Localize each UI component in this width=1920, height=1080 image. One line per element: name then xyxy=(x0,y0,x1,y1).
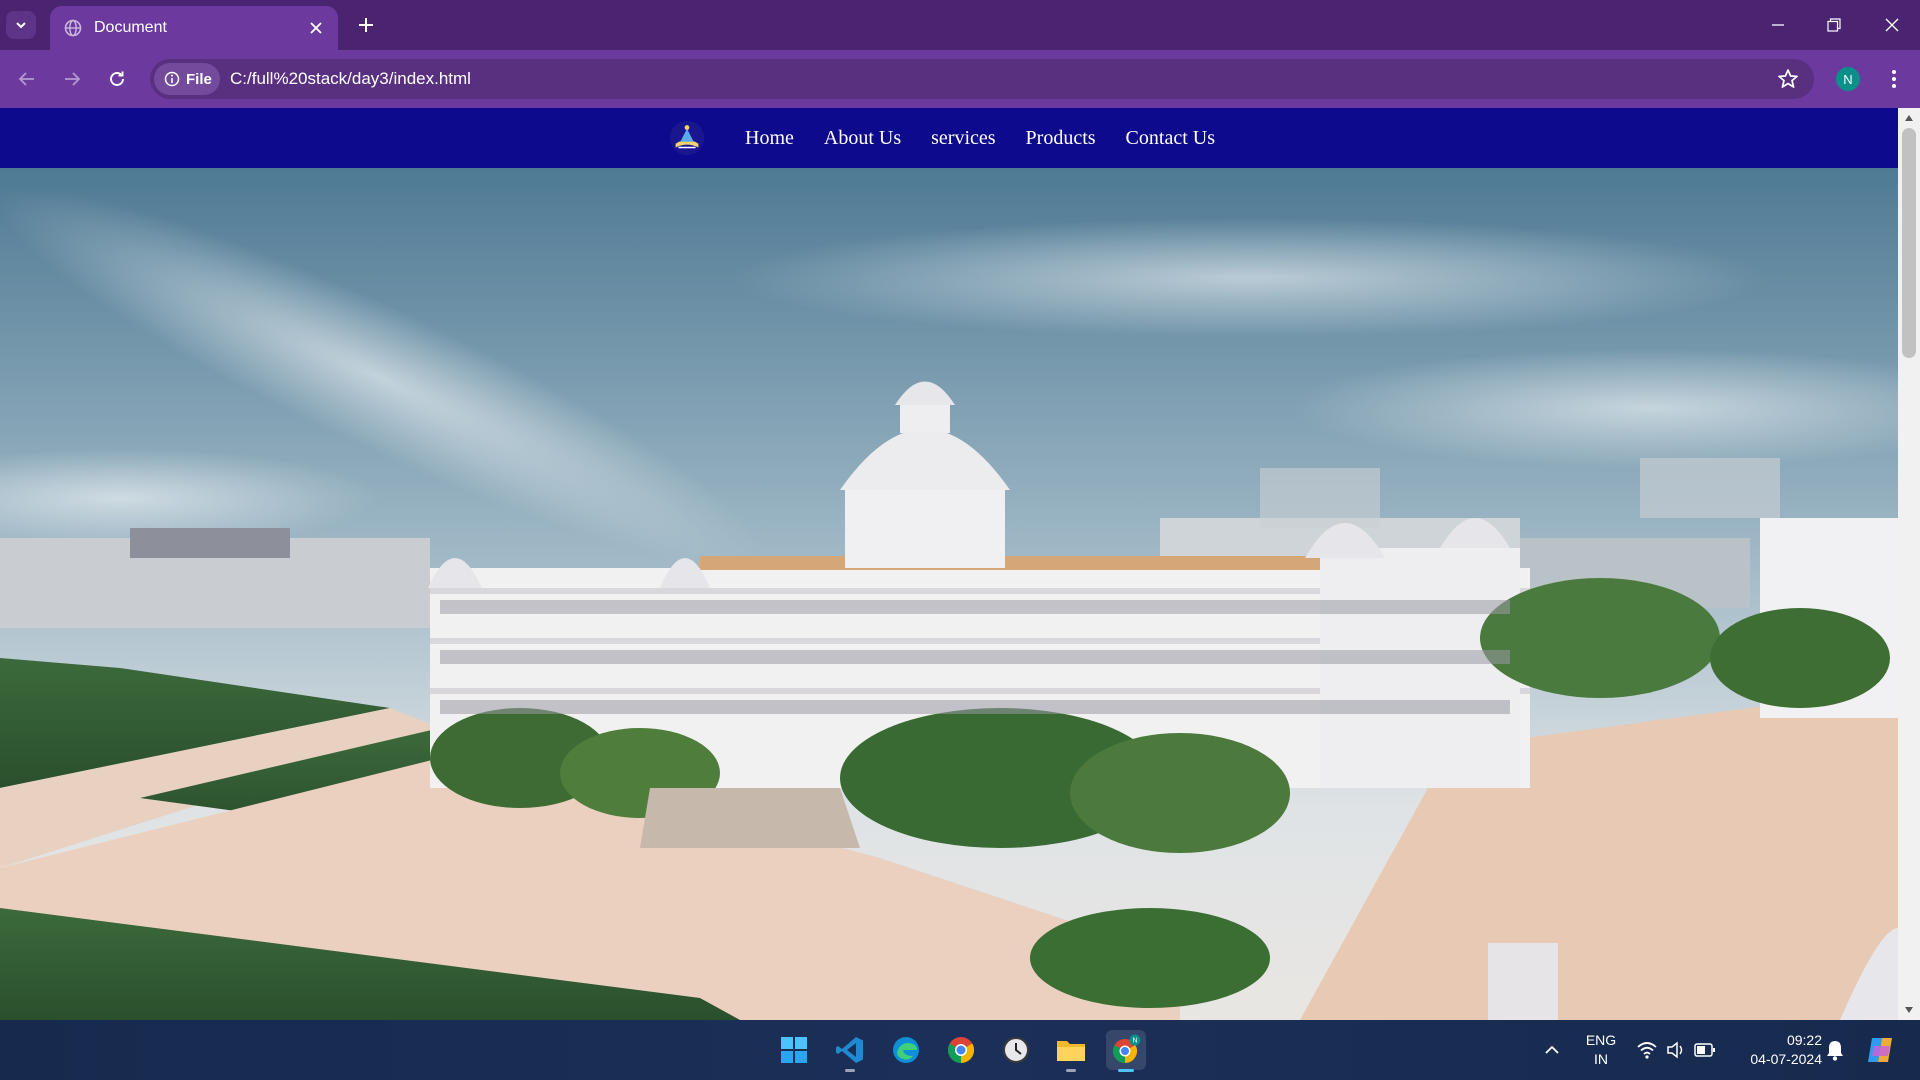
taskbar-vscode[interactable] xyxy=(830,1030,870,1072)
page-scrollbar[interactable] xyxy=(1898,108,1920,1020)
copilot-icon xyxy=(1868,1038,1892,1062)
clock-time: 09:22 xyxy=(1786,1032,1822,1048)
site-info-chip[interactable]: File xyxy=(154,63,220,95)
hero-campus-image xyxy=(0,168,1898,1020)
svg-text:N: N xyxy=(1132,1038,1137,1045)
globe-icon xyxy=(64,19,82,37)
nav-link-home[interactable]: Home xyxy=(745,127,794,150)
bookmark-star-icon[interactable] xyxy=(1776,67,1800,91)
running-indicator xyxy=(1066,1069,1076,1072)
reload-icon xyxy=(110,71,124,86)
start-button[interactable] xyxy=(774,1030,814,1070)
restore-icon xyxy=(1827,18,1841,32)
language-code: ENG xyxy=(1585,1032,1617,1048)
minimize-button[interactable] xyxy=(1750,0,1806,50)
back-button[interactable] xyxy=(12,64,42,94)
clock-icon xyxy=(1003,1037,1029,1063)
url-text[interactable]: C:/full%20stack/day3/index.html xyxy=(230,69,471,89)
active-indicator xyxy=(1118,1069,1134,1072)
nav-link-contact-us[interactable]: Contact Us xyxy=(1126,127,1215,150)
arrow-right-icon xyxy=(65,72,81,86)
battery-icon xyxy=(1694,1043,1715,1057)
scroll-down-button[interactable] xyxy=(1903,1004,1915,1016)
site-info-label: File xyxy=(186,70,212,88)
windows-logo-icon xyxy=(781,1037,807,1063)
nav-link-products[interactable]: Products xyxy=(1026,127,1096,150)
taskbar-file-explorer[interactable] xyxy=(1051,1030,1091,1072)
wifi-icon xyxy=(1637,1042,1657,1059)
clock-area[interactable]: 09:22 04-07-2024 xyxy=(1732,1031,1822,1069)
browser-tab-active[interactable]: Document xyxy=(50,6,338,50)
close-window-button[interactable] xyxy=(1864,0,1920,50)
info-icon xyxy=(164,71,180,87)
triangle-up-icon xyxy=(1905,115,1913,121)
notification-button[interactable] xyxy=(1824,1038,1848,1062)
region-code: IN xyxy=(1594,1051,1608,1067)
tab-close-button[interactable] xyxy=(302,14,330,42)
clock-date: 04-07-2024 xyxy=(1750,1051,1822,1067)
tab-search-button[interactable] xyxy=(6,11,36,39)
tray-quick-settings[interactable] xyxy=(1636,1040,1736,1062)
vscode-icon xyxy=(836,1037,863,1063)
taskbar-chrome[interactable] xyxy=(941,1030,981,1070)
restore-button[interactable] xyxy=(1806,0,1862,50)
taskbar-clock-app[interactable] xyxy=(996,1030,1036,1070)
close-icon xyxy=(1885,18,1899,32)
chrome-profile-icon: N xyxy=(1112,1034,1141,1063)
folder-icon xyxy=(1057,1041,1085,1061)
profile-avatar[interactable]: N xyxy=(1836,67,1860,91)
running-indicator xyxy=(845,1069,855,1072)
bell-icon xyxy=(1827,1041,1843,1061)
edge-icon xyxy=(893,1037,919,1063)
chevron-down-icon xyxy=(16,22,26,29)
page-viewport: Home About Us services Products Contact … xyxy=(0,108,1898,1020)
taskbar-chrome-profile[interactable]: N xyxy=(1106,1030,1146,1072)
forward-button[interactable] xyxy=(57,64,87,94)
tray-overflow-button[interactable] xyxy=(1540,1038,1564,1062)
volume-icon xyxy=(1667,1041,1683,1059)
copilot-button[interactable] xyxy=(1864,1034,1898,1066)
browser-tabstrip: Document xyxy=(0,0,1920,50)
reload-button[interactable] xyxy=(102,64,132,94)
address-bar[interactable]: File C:/full%20stack/day3/index.html xyxy=(150,59,1814,99)
more-vertical-icon xyxy=(1892,70,1896,88)
university-logo-icon[interactable] xyxy=(668,119,706,157)
plus-icon xyxy=(359,18,373,32)
site-navbar: Home About Us services Products Contact … xyxy=(0,108,1898,168)
triangle-down-icon xyxy=(1905,1007,1913,1013)
nav-link-services[interactable]: services xyxy=(931,127,995,150)
scroll-up-button[interactable] xyxy=(1903,112,1915,124)
scrollbar-thumb[interactable] xyxy=(1902,128,1916,358)
close-icon xyxy=(310,22,322,34)
minimize-icon xyxy=(1772,24,1784,26)
chevron-up-icon xyxy=(1545,1045,1559,1054)
nav-link-about-us[interactable]: About Us xyxy=(824,127,901,150)
chrome-icon xyxy=(947,1037,975,1064)
new-tab-button[interactable] xyxy=(352,11,380,39)
language-indicator[interactable]: ENG IN xyxy=(1578,1031,1624,1069)
arrow-left-icon xyxy=(18,72,34,86)
tab-title: Document xyxy=(94,19,167,36)
browser-toolbar: File C:/full%20stack/day3/index.html N xyxy=(0,50,1920,108)
browser-menu-button[interactable] xyxy=(1882,64,1906,94)
windows-taskbar: N ENG IN 09:22 04-07-2024 xyxy=(0,1020,1920,1080)
taskbar-edge[interactable] xyxy=(886,1030,926,1070)
